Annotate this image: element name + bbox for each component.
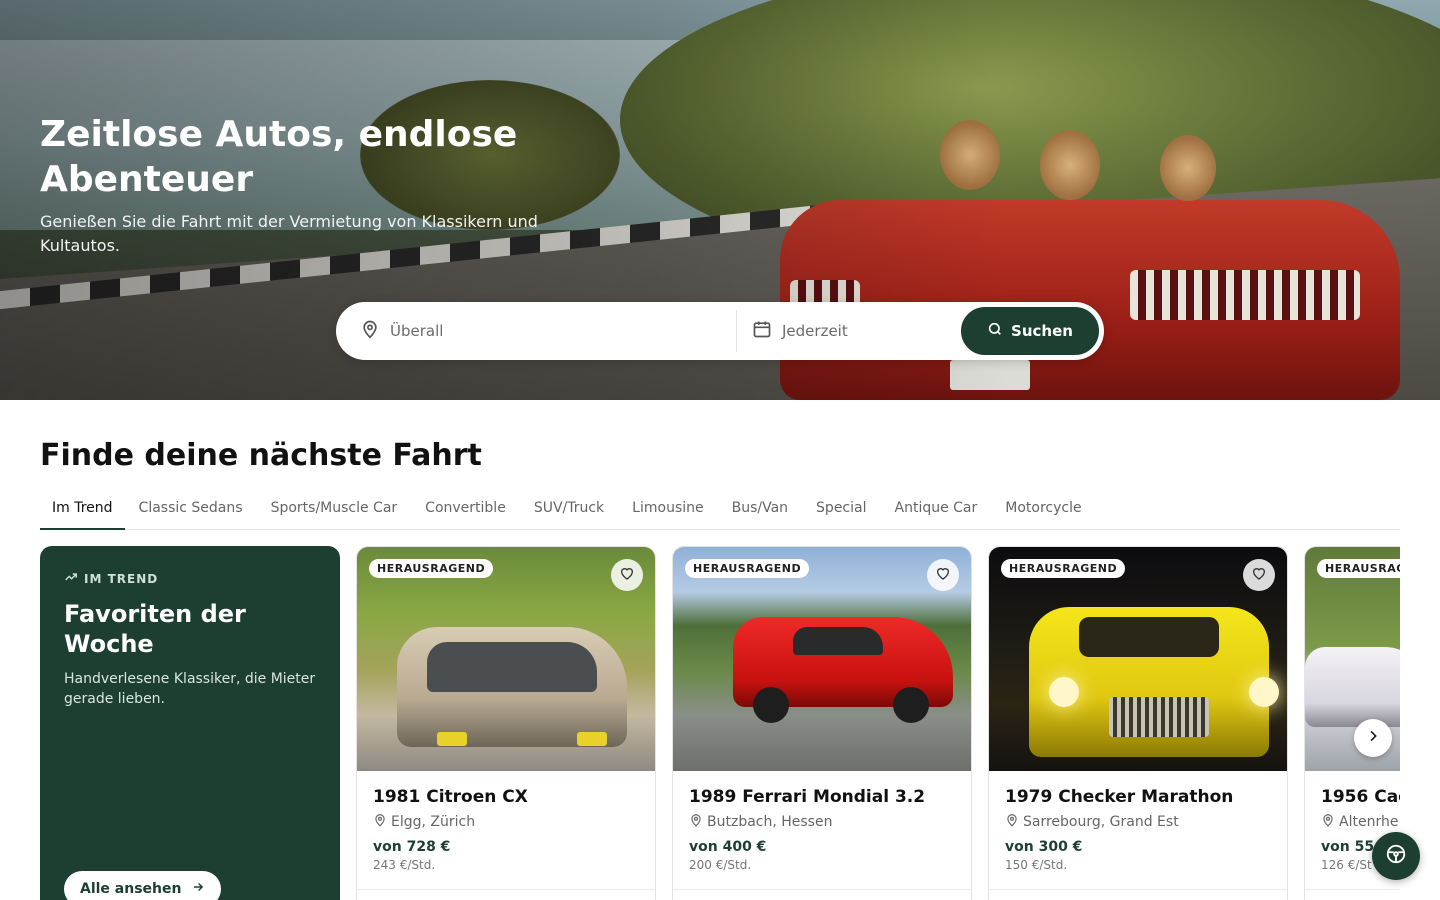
promo-title: Favoriten der Woche [64, 600, 246, 658]
featured-badge: HERAUSRAGEND [369, 559, 494, 578]
location-pin-icon [689, 813, 703, 831]
location-pin-icon [360, 319, 380, 343]
hero-subtitle: Genießen Sie die Fahrt mit der Vermietun… [40, 212, 538, 255]
tab-motorcycle[interactable]: Motorcycle [991, 490, 1095, 530]
favorite-button[interactable] [1243, 559, 1275, 591]
tab-antique-car[interactable]: Antique Car [881, 490, 992, 530]
search-button-label: Suchen [1011, 322, 1073, 340]
featured-badge: HERAUSRAGEND [1001, 559, 1126, 578]
car-price: von 55 [1321, 839, 1375, 855]
chevron-right-icon [1365, 728, 1381, 748]
calendar-icon [752, 319, 772, 343]
tab-bus-van[interactable]: Bus/Van [718, 490, 802, 530]
search-icon [987, 321, 1003, 341]
arrow-right-icon [191, 880, 205, 898]
location-pin-icon [1005, 813, 1019, 831]
section-title: Finde deine nächste Fahrt [40, 438, 482, 473]
car-location: Sarrebourg, Grand Est [1005, 813, 1179, 831]
date-placeholder: Jederzeit [782, 322, 848, 340]
car-title: 1989 Ferrari Mondial 3.2 [689, 787, 926, 807]
trending-icon [64, 570, 78, 587]
steering-wheel-button[interactable] [1372, 832, 1420, 880]
carousel-next-button[interactable] [1354, 719, 1392, 757]
car-price: von 400 € [689, 839, 767, 855]
car-card[interactable]: HERAUSRAGEND 1989 Ferrari Mondial 3.2 Bu… [672, 546, 972, 900]
tab-special[interactable]: Special [802, 490, 880, 530]
car-card[interactable]: HERAUSRAGEND 1981 Citroen CX Elgg, Züric… [356, 546, 656, 900]
location-placeholder: Überall [390, 322, 444, 340]
search-button[interactable]: Suchen [961, 307, 1099, 355]
view-all-button[interactable]: Alle ansehen [64, 871, 222, 900]
car-hourly-price: 200 €/Std. [689, 858, 752, 872]
location-field[interactable]: Überall [360, 302, 730, 360]
steering-wheel-icon [1385, 843, 1407, 869]
car-carousel: IM TREND Favoriten der Woche Handverlese… [40, 546, 1400, 900]
location-pin-icon [373, 813, 387, 831]
tab-limousine[interactable]: Limousine [618, 490, 717, 530]
tab-convertible[interactable]: Convertible [411, 490, 520, 530]
car-location: Altenrhe [1321, 813, 1398, 831]
tab-sports-muscle-car[interactable]: Sports/Muscle Car [257, 490, 412, 530]
search-bar: Überall Jederzeit Suchen [336, 302, 1104, 360]
location-pin-icon [1321, 813, 1335, 831]
heart-icon [619, 565, 635, 585]
car-hourly-price: 150 €/Std. [1005, 858, 1068, 872]
promo-kicker: IM TREND [64, 570, 316, 587]
car-title: 1956 Cad [1321, 787, 1400, 807]
favorite-button[interactable] [927, 559, 959, 591]
car-hourly-price: 126 €/St [1321, 858, 1372, 872]
tab-suv-truck[interactable]: SUV/Truck [520, 490, 618, 530]
car-location: Elgg, Zürich [373, 813, 475, 831]
heart-icon [1251, 565, 1267, 585]
car-title: 1979 Checker Marathon [1005, 787, 1234, 807]
car-price: von 728 € [373, 839, 451, 855]
heart-icon [935, 565, 951, 585]
promo-description: Handverlesene Klassiker, die Mieter gera… [64, 671, 316, 707]
favorite-button[interactable] [611, 559, 643, 591]
featured-badge: HERAUSRAGEND [1317, 559, 1400, 578]
date-field[interactable]: Jederzeit [752, 302, 952, 360]
featured-badge: HERAUSRAGEND [685, 559, 810, 578]
hero-title: Zeitlose Autos, endlose Abenteuer [40, 114, 518, 200]
car-card[interactable]: HERAUSRAGEND 1979 Checker Marathon Sarre… [988, 546, 1288, 900]
tab-classic-sedans[interactable]: Classic Sedans [125, 490, 257, 530]
category-tabs: Im Trend Classic Sedans Sports/Muscle Ca… [40, 490, 1400, 530]
hero-banner: Zeitlose Autos, endlose Abenteuer Genieß… [0, 0, 1440, 400]
promo-card: IM TREND Favoriten der Woche Handverlese… [40, 546, 340, 900]
car-hourly-price: 243 €/Std. [373, 858, 436, 872]
car-title: 1981 Citroen CX [373, 787, 528, 807]
tab-im-trend[interactable]: Im Trend [40, 490, 125, 530]
car-location: Butzbach, Hessen [689, 813, 832, 831]
car-price: von 300 € [1005, 839, 1083, 855]
